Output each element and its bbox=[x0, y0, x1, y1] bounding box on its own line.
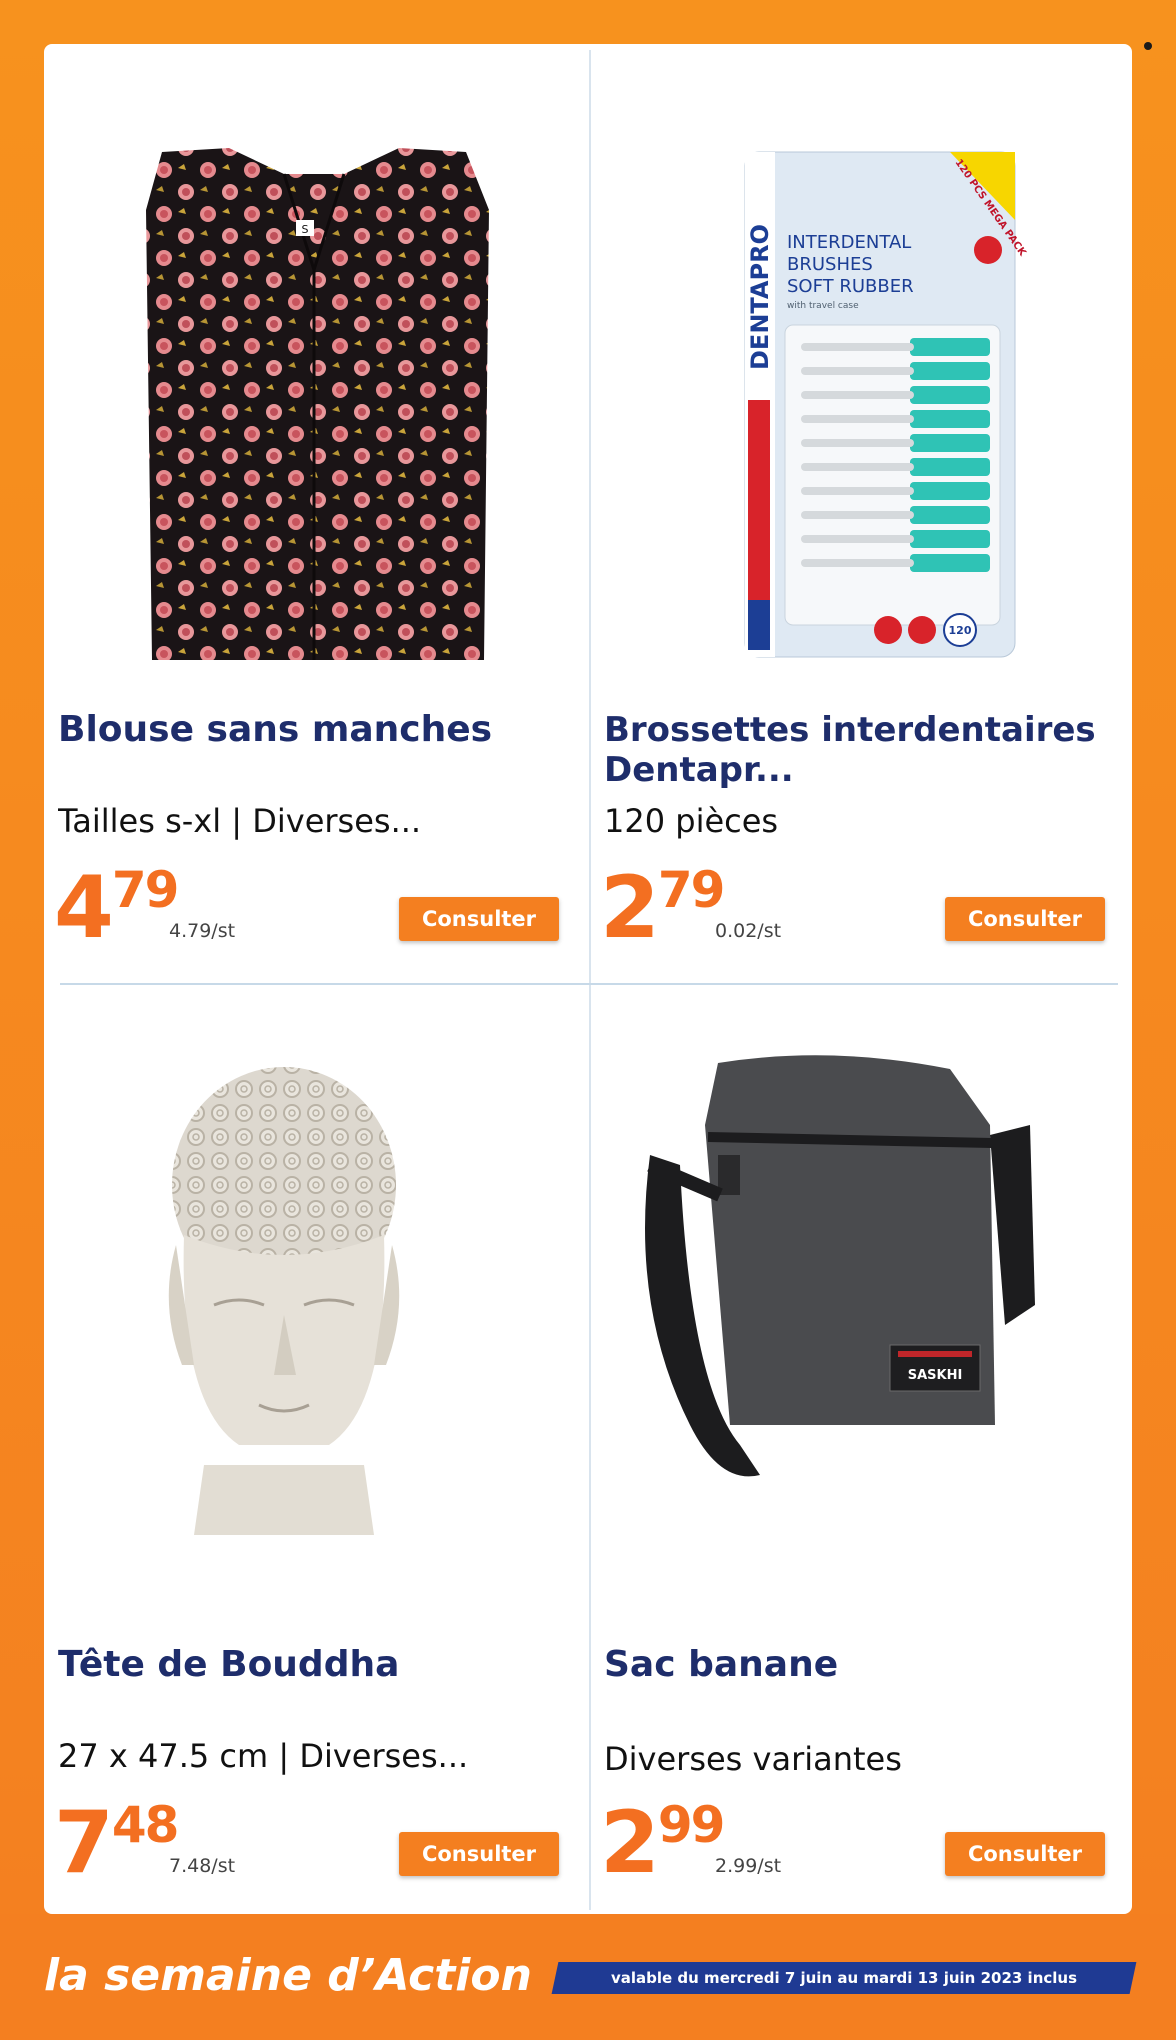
price-cents: 99 bbox=[657, 1796, 726, 1854]
sleeveless-blouse-image: S bbox=[64, 70, 564, 670]
product-price: 4 79 bbox=[54, 858, 180, 960]
product-subtitle: Tailles s-xl | Diverses... bbox=[58, 802, 422, 840]
unit-price: 2.99/st bbox=[715, 1855, 782, 1877]
product-tile-buddha-head[interactable]: Tête de Bouddha 27 x 47.5 cm | Diverses.… bbox=[44, 985, 574, 1915]
crossbody-bag-image: SASKHI bbox=[610, 1005, 1110, 1605]
product-tile-blouse[interactable]: S Blouse sans manches Tailles s-xl | Div… bbox=[44, 50, 574, 980]
price-cents: 79 bbox=[111, 861, 180, 919]
price-cents: 79 bbox=[657, 861, 726, 919]
product-price: 2 99 bbox=[600, 1793, 726, 1895]
product-price: 7 48 bbox=[54, 1793, 180, 1895]
price-euros: 2 bbox=[600, 1793, 660, 1893]
product-tile-crossbody-bag[interactable]: SASKHI Sac banane Diverses variantes 2 9… bbox=[590, 985, 1120, 1915]
consult-button[interactable]: Consulter bbox=[399, 897, 559, 941]
svg-text:BRUSHES: BRUSHES bbox=[787, 254, 873, 275]
product-title: Brossettes interdentaires Dentapr... bbox=[604, 710, 1096, 790]
footer-slogan: la semaine d’Action bbox=[44, 1950, 532, 2001]
size-tag-text: S bbox=[302, 223, 309, 236]
product-title: Sac banane bbox=[604, 1644, 839, 1685]
brand-text: DENTAPRO bbox=[746, 224, 774, 370]
consult-button[interactable]: Consulter bbox=[945, 897, 1105, 941]
unit-price: 7.48/st bbox=[169, 1855, 236, 1877]
product-subtitle: Diverses variantes bbox=[604, 1740, 902, 1778]
svg-text:SOFT RUBBER: SOFT RUBBER bbox=[787, 276, 914, 297]
svg-text:120: 120 bbox=[949, 624, 972, 637]
price-euros: 2 bbox=[600, 858, 660, 958]
corner-dot bbox=[1144, 42, 1152, 50]
validity-text: valable du mercredi 7 juin au mardi 13 j… bbox=[610, 1969, 1078, 1987]
product-subtitle: 27 x 47.5 cm | Diverses... bbox=[58, 1737, 469, 1775]
product-title: Blouse sans manches bbox=[58, 709, 493, 750]
bag-label-text: SASKHI bbox=[908, 1368, 963, 1383]
product-price: 2 79 bbox=[600, 858, 726, 960]
consult-button[interactable]: Consulter bbox=[945, 1832, 1105, 1876]
svg-text:INTERDENTAL: INTERDENTAL bbox=[787, 232, 911, 253]
price-euros: 4 bbox=[54, 858, 114, 958]
product-subtitle: 120 pièces bbox=[604, 802, 779, 840]
interdental-brushes-pack-image: DENTAPRO INTERDENTAL BRUSHES SOFT RUBBER… bbox=[610, 70, 1110, 670]
buddha-head-statue-image bbox=[64, 1005, 564, 1605]
svg-text:with travel case: with travel case bbox=[787, 301, 859, 311]
price-cents: 48 bbox=[111, 1796, 180, 1854]
product-tile-interdental-brushes[interactable]: DENTAPRO INTERDENTAL BRUSHES SOFT RUBBER… bbox=[590, 50, 1120, 980]
unit-price: 4.79/st bbox=[169, 920, 236, 942]
price-euros: 7 bbox=[54, 1793, 114, 1893]
unit-price: 0.02/st bbox=[715, 920, 782, 942]
consult-button[interactable]: Consulter bbox=[399, 1832, 559, 1876]
product-title: Tête de Bouddha bbox=[58, 1644, 400, 1685]
